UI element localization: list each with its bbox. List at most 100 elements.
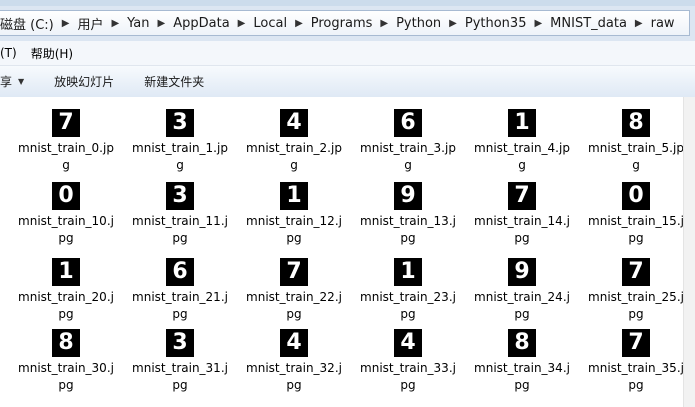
breadcrumb-drive[interactable]: 磁盘 (C:) [0, 14, 58, 33]
file-name[interactable]: mnist_train_11.j [128, 213, 232, 230]
file-name[interactable]: mnist_train_33.j [356, 360, 460, 377]
file-item[interactable]: 8 mnist_train_34.j pg [470, 329, 574, 394]
file-name[interactable]: mnist_train_34.j [470, 360, 574, 377]
chevron-right-icon[interactable]: ▶ [58, 18, 74, 29]
file-item[interactable]: 1 mnist_train_20.j pg [14, 258, 118, 323]
file-name[interactable]: mnist_train_35.j [584, 360, 688, 377]
breadcrumb-python35[interactable]: Python35 [461, 16, 531, 31]
file-name[interactable]: mnist_train_4.jp [470, 140, 574, 157]
file-name[interactable]: mnist_train_31.j [128, 360, 232, 377]
image-thumbnail[interactable]: 3 [166, 182, 194, 210]
file-name-ext[interactable]: pg [128, 230, 232, 247]
new-folder-button[interactable]: 新建文件夹 [144, 66, 204, 97]
image-thumbnail[interactable]: 7 [622, 329, 650, 357]
file-item[interactable]: 0 mnist_train_10.j pg [14, 182, 118, 247]
image-thumbnail[interactable]: 7 [52, 109, 80, 137]
file-name-ext[interactable]: pg [242, 377, 346, 394]
file-item[interactable]: 0 mnist_train_15.j pg [584, 182, 688, 247]
breadcrumb-raw[interactable]: raw [647, 16, 679, 31]
file-name-ext[interactable]: pg [584, 377, 688, 394]
image-thumbnail[interactable]: 8 [508, 329, 536, 357]
image-thumbnail[interactable]: 4 [394, 329, 422, 357]
file-name[interactable]: mnist_train_5.jp [584, 140, 688, 157]
file-item[interactable]: 8 mnist_train_30.j pg [14, 329, 118, 394]
share-button[interactable]: 享 ▼ [0, 66, 24, 97]
file-name-ext[interactable]: pg [356, 377, 460, 394]
file-name-ext[interactable]: pg [14, 230, 118, 247]
breadcrumb-users[interactable]: 用户 [73, 14, 107, 33]
image-thumbnail[interactable]: 0 [52, 182, 80, 210]
file-item[interactable]: 8 mnist_train_5.jp g [584, 109, 688, 174]
file-item[interactable]: 1 mnist_train_12.j pg [242, 182, 346, 247]
file-name-ext[interactable]: g [242, 157, 346, 174]
image-thumbnail[interactable]: 7 [622, 258, 650, 286]
image-thumbnail[interactable]: 1 [52, 258, 80, 286]
file-name-ext[interactable]: g [128, 157, 232, 174]
file-name[interactable]: mnist_train_13.j [356, 213, 460, 230]
file-name[interactable]: mnist_train_32.j [242, 360, 346, 377]
breadcrumb-programs[interactable]: Programs [307, 16, 377, 31]
image-thumbnail[interactable]: 6 [394, 109, 422, 137]
file-name-ext[interactable]: pg [470, 306, 574, 323]
file-name-ext[interactable]: pg [128, 377, 232, 394]
file-item[interactable]: 9 mnist_train_13.j pg [356, 182, 460, 247]
chevron-right-icon[interactable]: ▶ [291, 18, 307, 29]
file-item[interactable]: 7 mnist_train_22.j pg [242, 258, 346, 323]
file-name[interactable]: mnist_train_12.j [242, 213, 346, 230]
file-name[interactable]: mnist_train_2.jp [242, 140, 346, 157]
file-name-ext[interactable]: pg [584, 230, 688, 247]
file-name-ext[interactable]: pg [470, 230, 574, 247]
file-name-ext[interactable]: g [14, 157, 118, 174]
chevron-right-icon[interactable]: ▶ [445, 18, 461, 29]
breadcrumb[interactable]: 磁盘 (C:) ▶ 用户 ▶ Yan ▶ AppData ▶ Local ▶ P… [0, 10, 690, 36]
file-name[interactable]: mnist_train_25.j [584, 289, 688, 306]
file-name[interactable]: mnist_train_30.j [14, 360, 118, 377]
file-name-ext[interactable]: pg [242, 306, 346, 323]
file-name[interactable]: mnist_train_15.j [584, 213, 688, 230]
file-item[interactable]: 7 mnist_train_0.jp g [14, 109, 118, 174]
image-thumbnail[interactable]: 1 [394, 258, 422, 286]
file-item[interactable]: 3 mnist_train_31.j pg [128, 329, 232, 394]
file-name[interactable]: mnist_train_14.j [470, 213, 574, 230]
image-thumbnail[interactable]: 9 [508, 258, 536, 286]
image-thumbnail[interactable]: 9 [394, 182, 422, 210]
file-item[interactable]: 7 mnist_train_25.j pg [584, 258, 688, 323]
image-thumbnail[interactable]: 4 [280, 329, 308, 357]
slideshow-button[interactable]: 放映幻灯片 [54, 66, 114, 97]
menu-tools[interactable]: (T) [0, 46, 25, 60]
file-name-ext[interactable]: pg [356, 306, 460, 323]
image-thumbnail[interactable]: 8 [622, 109, 650, 137]
vertical-scrollbar[interactable] [683, 97, 695, 407]
file-item[interactable]: 4 mnist_train_33.j pg [356, 329, 460, 394]
file-name[interactable]: mnist_train_24.j [470, 289, 574, 306]
breadcrumb-appdata[interactable]: AppData [169, 16, 233, 31]
file-name[interactable]: mnist_train_23.j [356, 289, 460, 306]
chevron-right-icon[interactable]: ▶ [376, 18, 392, 29]
image-thumbnail[interactable]: 7 [280, 258, 308, 286]
file-name[interactable]: mnist_train_22.j [242, 289, 346, 306]
file-item[interactable]: 7 mnist_train_35.j pg [584, 329, 688, 394]
image-thumbnail[interactable]: 4 [280, 109, 308, 137]
breadcrumb-python[interactable]: Python [392, 16, 445, 31]
file-name-ext[interactable]: pg [470, 377, 574, 394]
breadcrumb-local[interactable]: Local [249, 16, 291, 31]
file-name-ext[interactable]: pg [14, 306, 118, 323]
menu-help[interactable]: 帮助(H) [25, 45, 81, 62]
file-item[interactable]: 1 mnist_train_4.jp g [470, 109, 574, 174]
file-name-ext[interactable]: g [584, 157, 688, 174]
chevron-right-icon[interactable]: ▶ [631, 18, 647, 29]
image-thumbnail[interactable]: 7 [508, 182, 536, 210]
file-item[interactable]: 1 mnist_train_23.j pg [356, 258, 460, 323]
file-item[interactable]: 3 mnist_train_11.j pg [128, 182, 232, 247]
chevron-right-icon[interactable]: ▶ [107, 18, 123, 29]
chevron-right-icon[interactable]: ▶ [530, 18, 546, 29]
image-thumbnail[interactable]: 6 [166, 258, 194, 286]
file-name-ext[interactable]: pg [584, 306, 688, 323]
file-item[interactable]: 4 mnist_train_2.jp g [242, 109, 346, 174]
file-name[interactable]: mnist_train_0.jp [14, 140, 118, 157]
file-name-ext[interactable]: g [470, 157, 574, 174]
file-name[interactable]: mnist_train_10.j [14, 213, 118, 230]
file-item[interactable]: 3 mnist_train_1.jp g [128, 109, 232, 174]
image-thumbnail[interactable]: 1 [508, 109, 536, 137]
image-thumbnail[interactable]: 1 [280, 182, 308, 210]
